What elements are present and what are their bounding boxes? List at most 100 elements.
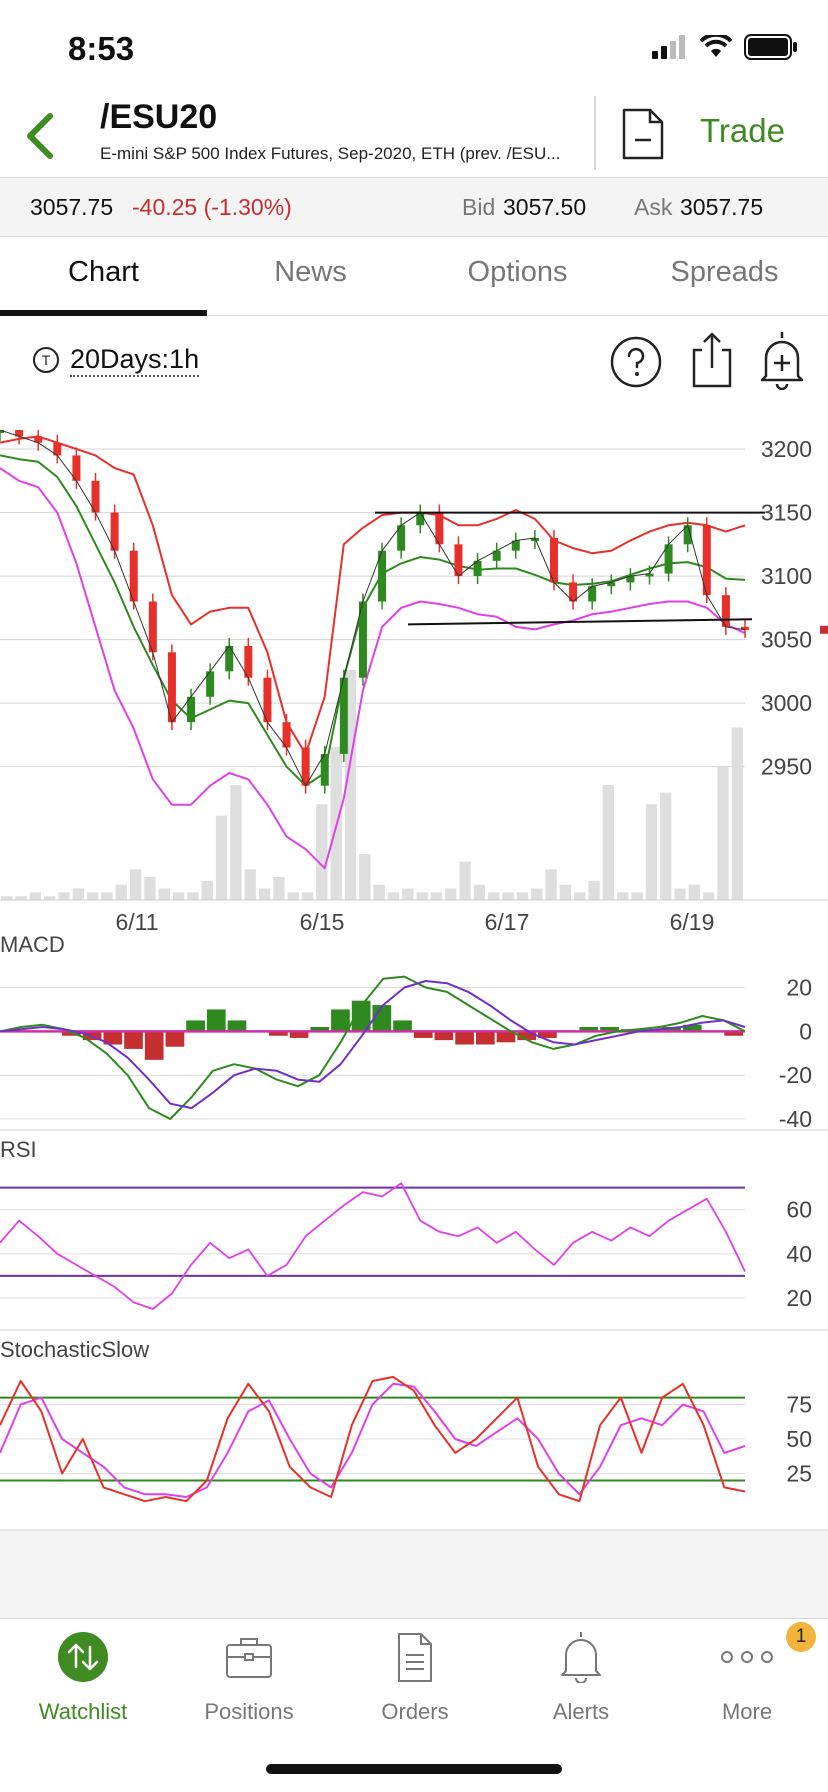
macd-histogram-bar — [434, 1031, 454, 1041]
active-tab-indicator — [0, 310, 207, 316]
volume-bar — [559, 884, 572, 900]
status-time: 8:53 — [68, 30, 135, 67]
symbol-description: E-mini S&P 500 Index Futures, Sep-2020, … — [100, 144, 561, 163]
tab-news[interactable]: News — [207, 256, 414, 289]
battery-icon — [744, 34, 797, 60]
status-bar: 8:53 — [0, 0, 828, 90]
status-icons — [652, 34, 798, 60]
macd-histogram-bar — [475, 1031, 495, 1045]
macd-axis-label: -20 — [779, 1062, 812, 1088]
tab-watchlist[interactable]: Watchlist — [0, 1619, 166, 1739]
volume-bar — [72, 888, 84, 900]
timeframe-selector[interactable]: 20Days:1h — [70, 344, 200, 377]
volume-bar — [445, 888, 457, 900]
tab-alerts-label: Alerts — [552, 1699, 610, 1724]
tab-orders[interactable]: Orders — [332, 1619, 498, 1739]
volume-bar — [230, 785, 242, 900]
volume-bar — [101, 892, 113, 900]
tab-positions[interactable]: Positions — [166, 1619, 332, 1739]
volume-bar — [258, 888, 271, 900]
bell-icon — [561, 1632, 601, 1683]
stochastic-axis-label: 25 — [786, 1461, 812, 1487]
volume-bar — [488, 892, 500, 900]
timeframe-icon: T — [33, 347, 59, 373]
tab-orders-label: Orders — [381, 1699, 449, 1724]
chart-footer-band — [0, 1531, 828, 1619]
header-divider — [594, 96, 596, 170]
volume-bar — [717, 765, 729, 900]
price-axis-label: 3200 — [761, 436, 812, 462]
volume-bar — [387, 892, 400, 900]
tab-chart[interactable]: Chart — [0, 256, 207, 289]
macd-histogram-bar — [165, 1031, 185, 1047]
volume-bar — [15, 896, 27, 900]
price-axis-label: 3050 — [761, 627, 812, 653]
wifi-icon — [700, 35, 732, 57]
volume-bar — [144, 877, 156, 900]
upper-band-line — [0, 435, 746, 755]
rsi-axis-label: 60 — [786, 1197, 812, 1223]
chart-canvas[interactable]: 3200 3150 3100 3050 3000 2950 6/11 6/15 6/17 6/19… — [0, 430, 828, 1535]
volume-bar — [430, 892, 443, 900]
volume-bar — [273, 877, 285, 900]
document-icon — [622, 108, 664, 160]
chevron-left-icon — [27, 113, 53, 159]
macd-axis-label: -40 — [779, 1106, 812, 1132]
bid-label: Bid — [462, 194, 496, 220]
volume-bar — [244, 869, 256, 900]
trade-button[interactable]: Trade — [700, 112, 785, 150]
stochastic-axis-label: 75 — [786, 1392, 812, 1418]
ask-label: Ask — [634, 194, 673, 220]
volume-bar — [115, 884, 127, 900]
price-axis-label: 3150 — [761, 500, 812, 526]
tab-bar: Chart News Options Spreads — [0, 238, 828, 316]
volume-bar — [588, 880, 600, 900]
bid-price: 3057.50 — [503, 194, 587, 220]
stochastic-title: StochasticSlow — [0, 1337, 149, 1362]
document-button[interactable] — [620, 106, 666, 162]
volume-bar — [473, 884, 486, 900]
last-price-marker — [820, 625, 828, 634]
date-axis-label: 6/11 — [115, 909, 158, 935]
volume-bar — [172, 892, 185, 900]
volume-bar — [531, 888, 543, 900]
volume-bar — [201, 880, 213, 900]
volume-bar — [617, 892, 629, 900]
volume-bar — [459, 861, 471, 900]
rsi-line — [0, 1182, 746, 1310]
volume-bar — [416, 892, 428, 900]
help-button[interactable] — [610, 334, 662, 394]
quote-bar: 3057.75 -40.25 (-1.30%) Bid 3057.50 Ask … — [0, 177, 828, 237]
more-badge: 1 — [786, 1622, 816, 1652]
volume-bar — [215, 815, 228, 900]
volume-bar — [674, 888, 686, 900]
volume-bar — [29, 892, 41, 900]
macd-histogram-bar — [186, 1020, 205, 1032]
home-indicator — [266, 1764, 562, 1774]
tab-spreads[interactable]: Spreads — [621, 256, 828, 289]
share-button[interactable] — [686, 330, 738, 390]
macd-title: MACD — [0, 932, 65, 957]
more-icon — [721, 1651, 773, 1663]
tab-alerts[interactable]: Alerts — [498, 1619, 664, 1739]
volume-bar — [688, 884, 701, 900]
tab-more-label: More — [721, 1699, 773, 1724]
macd-histogram-bar — [331, 1009, 350, 1032]
macd-histogram-bar — [124, 1031, 143, 1049]
back-button[interactable] — [18, 106, 62, 166]
price-axis-label: 2950 — [761, 754, 812, 780]
volume-bar — [129, 869, 142, 900]
briefcase-icon — [226, 1638, 272, 1678]
tab-positions-label: Positions — [204, 1699, 294, 1724]
add-alert-button[interactable] — [756, 330, 808, 391]
date-axis-label: 6/19 — [670, 909, 715, 935]
macd-line — [0, 975, 746, 1120]
volume-bar — [316, 804, 328, 900]
price-axis-label: 3000 — [761, 690, 812, 716]
ask-price: 3057.75 — [680, 194, 764, 220]
price-axis-label: 3100 — [761, 563, 812, 589]
chart-area[interactable]: 3200 3150 3100 3050 3000 2950 6/11 6/15 6/17 6/19… — [0, 430, 828, 1535]
volume-bar — [703, 892, 715, 900]
timeframe-icon-letter: T — [42, 352, 51, 368]
tab-options[interactable]: Options — [414, 256, 621, 289]
